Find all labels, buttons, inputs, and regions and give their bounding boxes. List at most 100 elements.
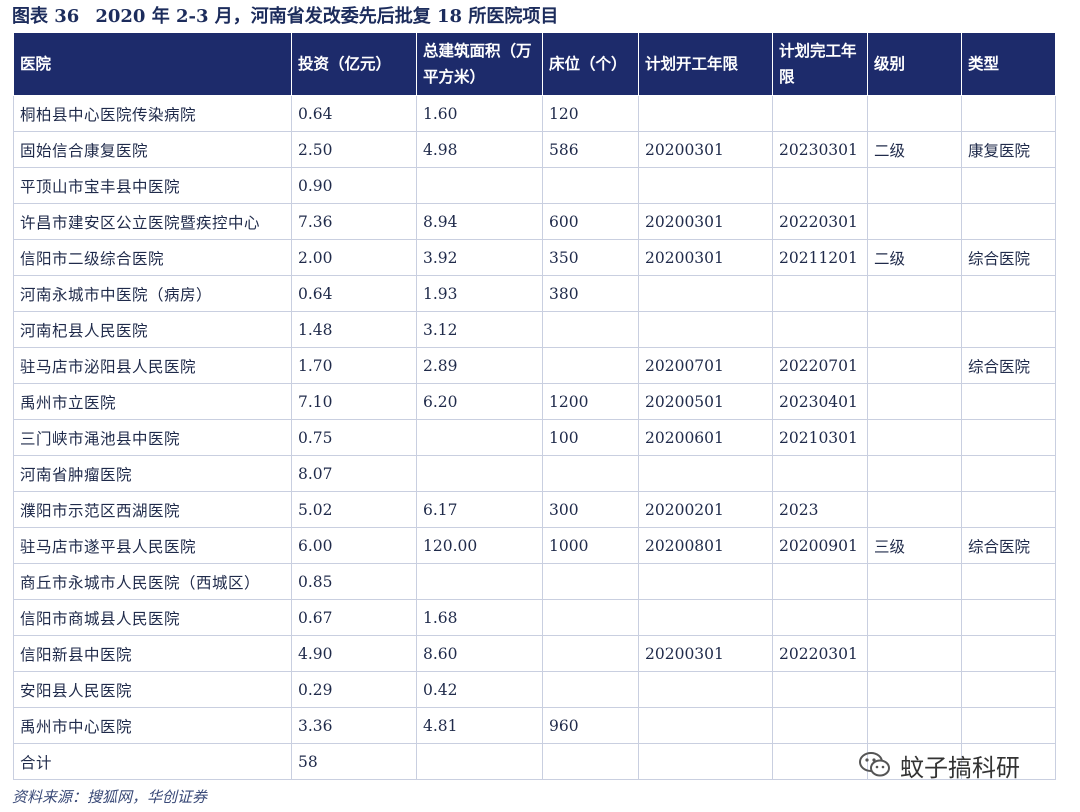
table-cell bbox=[867, 311, 962, 348]
table-cell bbox=[416, 563, 543, 600]
table-row: 固始信合康复医院 2.50 4.98 586 20200301 20230301 二级 康复医… bbox=[13, 131, 1056, 168]
table-cell bbox=[638, 455, 773, 492]
table-row: 平顶山市宝丰县中医院 0.90 bbox=[13, 167, 1056, 204]
table-cell bbox=[638, 599, 773, 636]
table-cell: 20200801 bbox=[638, 527, 773, 564]
table-cell: 350 bbox=[542, 239, 639, 276]
table-cell: 20230301 bbox=[772, 131, 868, 168]
table-cell bbox=[638, 167, 773, 204]
table-cell bbox=[772, 455, 868, 492]
table-cell bbox=[867, 383, 962, 420]
table-cell bbox=[542, 743, 639, 780]
table-cell: 0.42 bbox=[416, 671, 543, 708]
table-cell: 20220301 bbox=[772, 635, 868, 672]
table-cell bbox=[867, 563, 962, 600]
hospital-name-cell: 平顶山市宝丰县中医院 bbox=[13, 167, 292, 204]
hospital-projects-table: 医院 投资（亿元） 总建筑面积（万平方米） 床位（个） 计划开工年限 计划完工年限 级别 类型… bbox=[13, 32, 1056, 780]
hospital-name-cell: 合计 bbox=[13, 743, 292, 780]
table-cell: 综合医院 bbox=[961, 347, 1056, 384]
table-cell: 20200301 bbox=[638, 239, 773, 276]
table-row: 驻马店市遂平县人民医院 6.00 120.00 1000 20200801 2020090… bbox=[13, 527, 1056, 564]
table-cell bbox=[542, 167, 639, 204]
table-row: 信阳市二级综合医院 2.00 3.92 350 20200301 20211201 二级 综合… bbox=[13, 239, 1056, 276]
table-cell bbox=[542, 455, 639, 492]
column-header: 投资（亿元） bbox=[291, 32, 417, 96]
table-row: 安阳县人民医院 0.29 0.42 bbox=[13, 671, 1056, 708]
table-cell: 综合医院 bbox=[961, 239, 1056, 276]
column-header: 总建筑面积（万平方米） bbox=[416, 32, 543, 96]
table-cell: 20200301 bbox=[638, 131, 773, 168]
table-cell bbox=[961, 311, 1056, 348]
table-cell: 0.90 bbox=[291, 167, 417, 204]
table-cell: 8.60 bbox=[416, 635, 543, 672]
hospital-name-cell: 固始信合康复医院 bbox=[13, 131, 292, 168]
table-cell: 0.67 bbox=[291, 599, 417, 636]
figure-label: 图表 36 bbox=[12, 6, 80, 27]
table-cell: 3.92 bbox=[416, 239, 543, 276]
table-cell bbox=[772, 95, 868, 132]
table-cell: 20220701 bbox=[772, 347, 868, 384]
table-cell: 20200901 bbox=[772, 527, 868, 564]
table-cell bbox=[961, 419, 1056, 456]
table-cell: 2.00 bbox=[291, 239, 417, 276]
hospital-name-cell: 信阳市商城县人民医院 bbox=[13, 599, 292, 636]
table-cell: 120.00 bbox=[416, 527, 543, 564]
table-cell bbox=[961, 707, 1056, 744]
table-cell: 0.64 bbox=[291, 275, 417, 312]
table-cell: 586 bbox=[542, 131, 639, 168]
table-cell: 3.36 bbox=[291, 707, 417, 744]
table-cell: 0.75 bbox=[291, 419, 417, 456]
table-cell bbox=[867, 635, 962, 672]
wechat-icon bbox=[858, 750, 892, 780]
table-cell: 二级 bbox=[867, 131, 962, 168]
table-cell bbox=[867, 707, 962, 744]
table-cell: 20230401 bbox=[772, 383, 868, 420]
table-cell: 20200301 bbox=[638, 635, 773, 672]
table-row: 三门峡市渑池县中医院 0.75 100 20200601 20210301 bbox=[13, 419, 1056, 456]
column-header: 计划开工年限 bbox=[638, 32, 773, 96]
table-cell: 1.70 bbox=[291, 347, 417, 384]
hospital-name-cell: 商丘市永城市人民医院（西城区） bbox=[13, 563, 292, 600]
table-cell: 2.50 bbox=[291, 131, 417, 168]
column-header: 级别 bbox=[867, 32, 962, 96]
table-header: 医院 投资（亿元） 总建筑面积（万平方米） 床位（个） 计划开工年限 计划完工年限 级别 类型 bbox=[13, 32, 1056, 96]
table-cell: 600 bbox=[542, 203, 639, 240]
table-cell bbox=[772, 599, 868, 636]
table-cell: 8.94 bbox=[416, 203, 543, 240]
table-cell: 二级 bbox=[867, 239, 962, 276]
hospital-name-cell: 信阳市二级综合医院 bbox=[13, 239, 292, 276]
figure-caption: 图表 36 2020 年 2-3 月，河南省发改委先后批复 18 所医院项目 bbox=[12, 4, 558, 30]
table-cell bbox=[416, 455, 543, 492]
table-cell: 20200201 bbox=[638, 491, 773, 528]
hospital-name-cell: 桐柏县中心医院传染病院 bbox=[13, 95, 292, 132]
table-cell: 1.60 bbox=[416, 95, 543, 132]
source-note: 资料来源：搜狐网，华创证券 bbox=[12, 788, 208, 806]
table-cell bbox=[772, 671, 868, 708]
table-row: 禹州市中心医院 3.36 4.81 960 bbox=[13, 707, 1056, 744]
table-cell: 8.07 bbox=[291, 455, 417, 492]
table-cell: 0.85 bbox=[291, 563, 417, 600]
table-row: 信阳市商城县人民医院 0.67 1.68 bbox=[13, 599, 1056, 636]
table-cell: 4.90 bbox=[291, 635, 417, 672]
table-cell bbox=[772, 707, 868, 744]
table-cell: 20200701 bbox=[638, 347, 773, 384]
table-cell: 20210301 bbox=[772, 419, 868, 456]
table-cell: 1.48 bbox=[291, 311, 417, 348]
table-cell bbox=[867, 275, 962, 312]
table-cell bbox=[867, 671, 962, 708]
table-cell bbox=[961, 671, 1056, 708]
table-cell bbox=[416, 419, 543, 456]
table-cell: 300 bbox=[542, 491, 639, 528]
table-cell bbox=[638, 95, 773, 132]
table-cell: 1.93 bbox=[416, 275, 543, 312]
table-cell bbox=[772, 275, 868, 312]
table-cell bbox=[961, 599, 1056, 636]
table-cell bbox=[961, 383, 1056, 420]
table-cell bbox=[867, 491, 962, 528]
table-row: 桐柏县中心医院传染病院 0.64 1.60 120 bbox=[13, 95, 1056, 132]
table-cell bbox=[867, 599, 962, 636]
table-cell bbox=[867, 419, 962, 456]
table-cell: 20200501 bbox=[638, 383, 773, 420]
table-row: 河南省肿瘤医院 8.07 bbox=[13, 455, 1056, 492]
hospital-name-cell: 河南省肿瘤医院 bbox=[13, 455, 292, 492]
